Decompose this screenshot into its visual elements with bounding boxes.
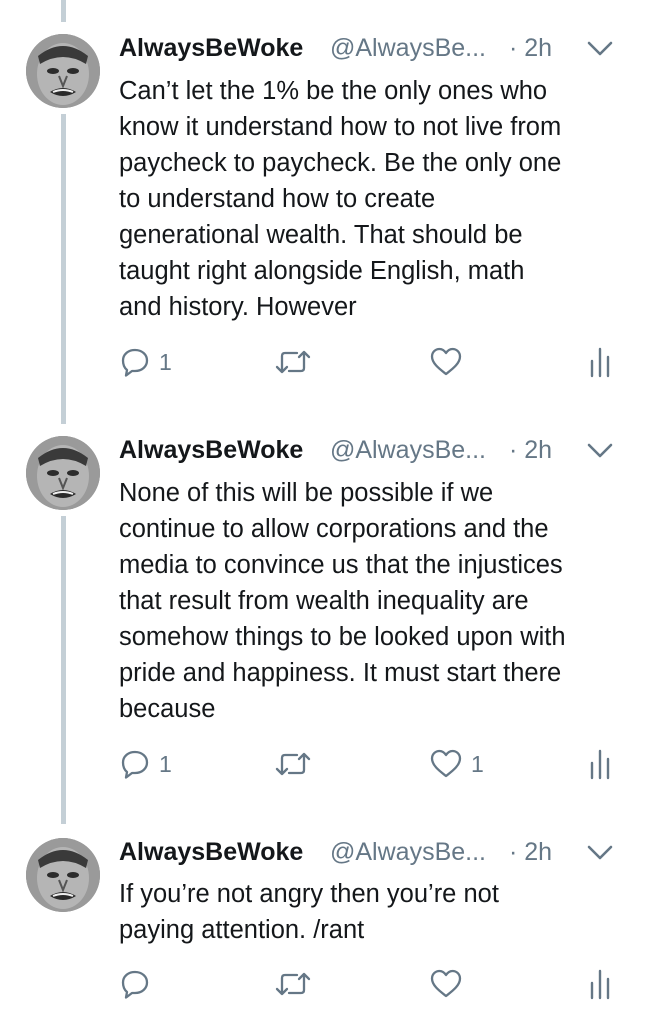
analytics-button[interactable]: [587, 744, 613, 784]
tweet-header: AlwaysBeWoke @AlwaysBe... · 2h: [119, 834, 629, 870]
avatar-image: [26, 34, 100, 108]
analytics-button[interactable]: [587, 964, 613, 1004]
like-count: 1: [471, 751, 484, 777]
tweet-text: Can’t let the 1% be the only ones who kn…: [119, 77, 562, 321]
tweet-text: If you’re not angry then you’re not payi…: [119, 880, 499, 944]
reply-button[interactable]: 1: [119, 342, 172, 382]
retweet-button[interactable]: [273, 342, 321, 382]
chevron-down-icon[interactable]: [585, 36, 615, 60]
tweet-actions: 1: [119, 342, 629, 382]
tweet-header: AlwaysBeWoke @AlwaysBe... · 2h: [119, 30, 629, 66]
reply-icon: [119, 346, 151, 378]
tweet-text: None of this will be possible if we cont…: [119, 479, 566, 723]
tweet-actions: 1 1: [119, 744, 629, 784]
retweet-icon: [273, 968, 313, 1000]
heart-icon: [429, 346, 463, 378]
avatar[interactable]: [26, 436, 100, 510]
reply-icon: [119, 748, 151, 780]
retweet-button[interactable]: [273, 964, 321, 1004]
tweet[interactable]: AlwaysBeWoke @AlwaysBe... · 2h Can’t let…: [0, 0, 648, 410]
heart-icon: [429, 748, 463, 780]
reply-button[interactable]: 1: [119, 744, 172, 784]
timestamp[interactable]: · 2h: [509, 432, 552, 468]
retweet-icon: [273, 748, 313, 780]
retweet-icon: [273, 346, 313, 378]
tweet-header: AlwaysBeWoke @AlwaysBe... · 2h: [119, 432, 629, 468]
user-handle[interactable]: @AlwaysBe...: [330, 30, 492, 66]
user-handle[interactable]: @AlwaysBe...: [330, 834, 492, 870]
like-button[interactable]: [429, 964, 471, 1004]
display-name[interactable]: AlwaysBeWoke: [119, 432, 303, 468]
reply-icon: [119, 968, 151, 1000]
avatar-image: [26, 838, 100, 912]
user-handle[interactable]: @AlwaysBe...: [330, 432, 492, 468]
reply-count: 1: [159, 751, 172, 777]
tweet-actions: [119, 964, 629, 1004]
tweet[interactable]: AlwaysBeWoke @AlwaysBe... · 2h None of t…: [0, 410, 648, 810]
analytics-icon: [587, 747, 613, 781]
retweet-button[interactable]: [273, 744, 321, 784]
like-button[interactable]: 1: [429, 744, 484, 784]
heart-icon: [429, 968, 463, 1000]
analytics-button[interactable]: [587, 342, 613, 382]
like-button[interactable]: [429, 342, 471, 382]
display-name[interactable]: AlwaysBeWoke: [119, 30, 303, 66]
chevron-down-icon[interactable]: [585, 840, 615, 864]
display-name[interactable]: AlwaysBeWoke: [119, 834, 303, 870]
analytics-icon: [587, 967, 613, 1001]
analytics-icon: [587, 345, 613, 379]
reply-count: 1: [159, 349, 172, 375]
avatar[interactable]: [26, 838, 100, 912]
timestamp[interactable]: · 2h: [509, 834, 552, 870]
chevron-down-icon[interactable]: [585, 438, 615, 462]
reply-button[interactable]: [119, 964, 159, 1004]
avatar[interactable]: [26, 34, 100, 108]
timestamp[interactable]: · 2h: [509, 30, 552, 66]
avatar-image: [26, 436, 100, 510]
tweet[interactable]: AlwaysBeWoke @AlwaysBe... · 2h If you’re…: [0, 810, 648, 1034]
